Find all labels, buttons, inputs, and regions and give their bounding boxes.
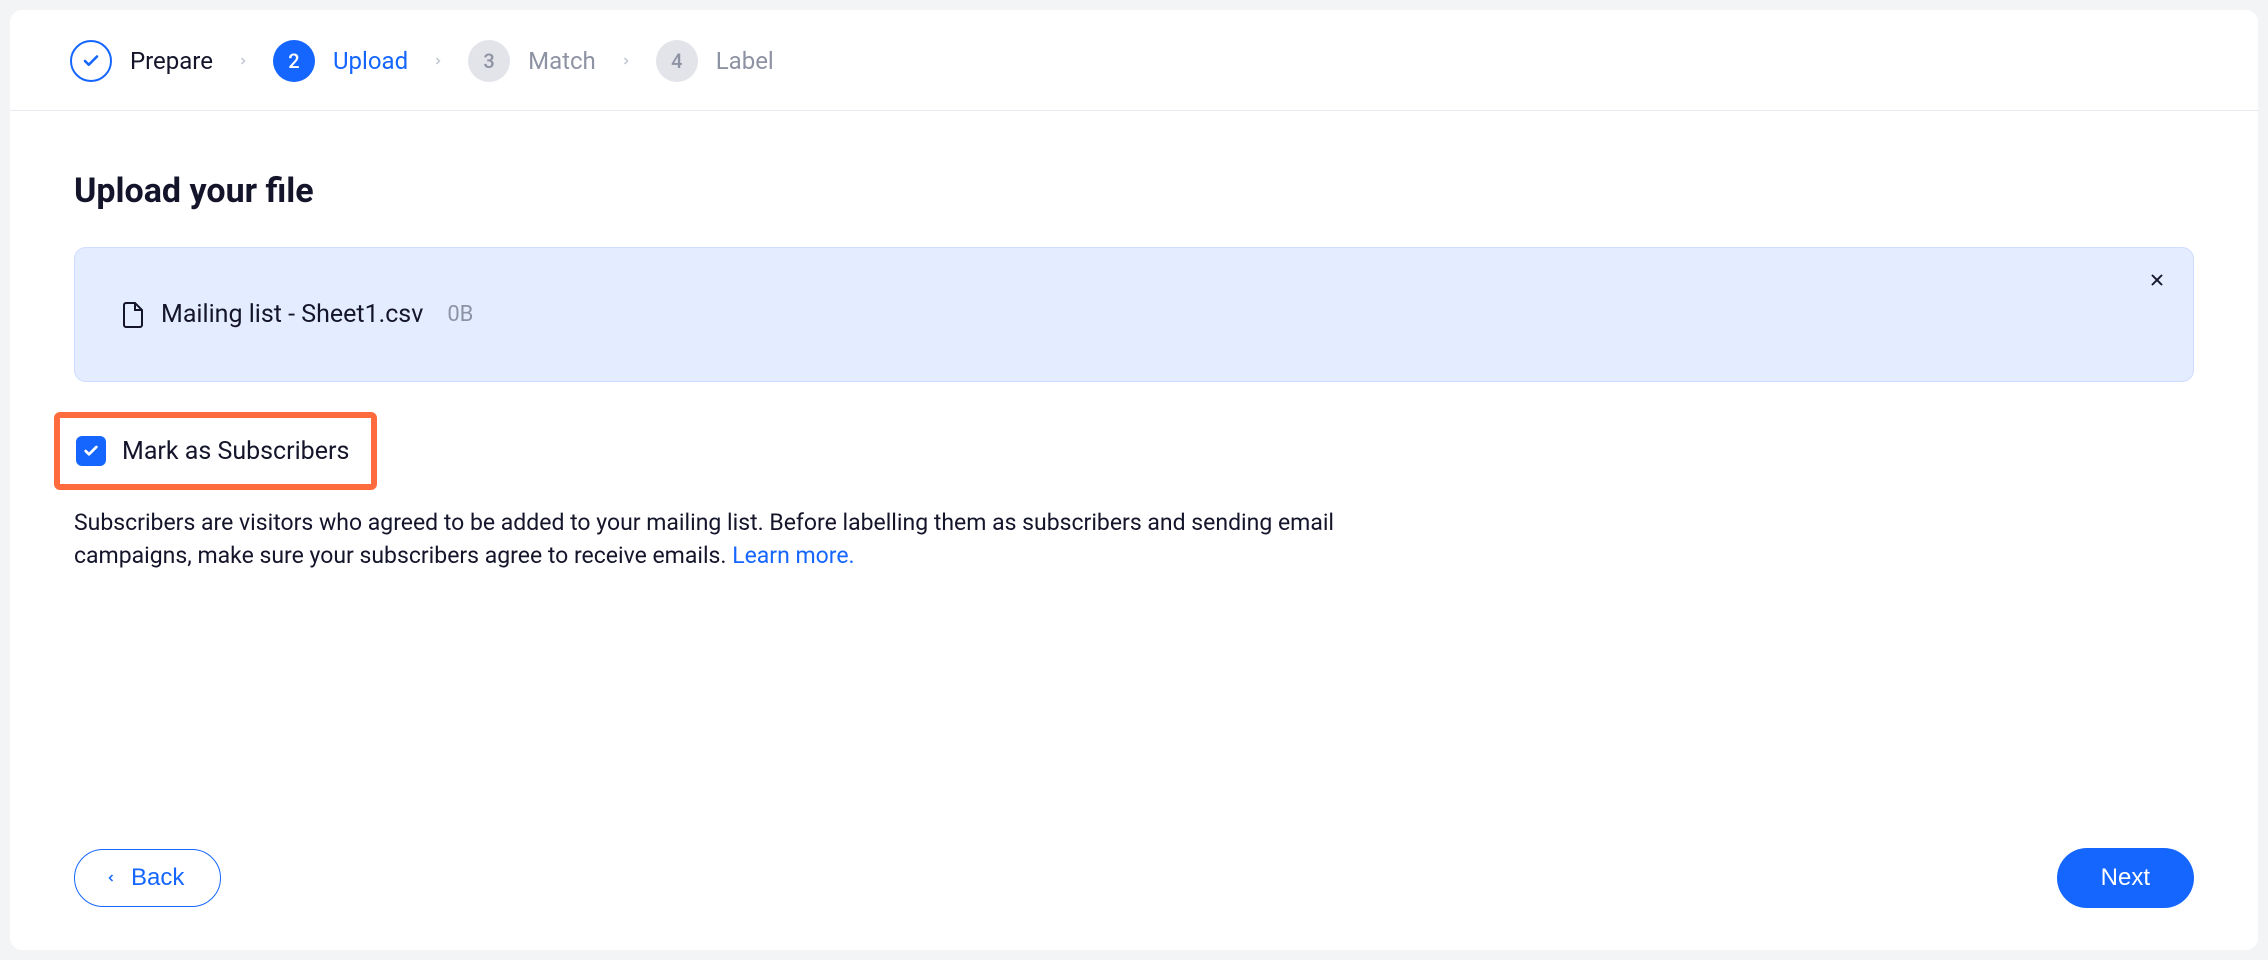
stepper: Prepare 2 Upload 3 Match 4 Label [10,10,2258,111]
subscribers-description: Subscribers are visitors who agreed to b… [74,506,1334,573]
step-label: Upload [333,47,408,75]
mark-subscribers-checkbox[interactable] [76,436,106,466]
mark-subscribers-label: Mark as Subscribers [122,437,349,466]
description-text: Subscribers are visitors who agreed to b… [74,509,1334,569]
mark-subscribers-highlight: Mark as Subscribers [54,412,377,490]
footer-actions: Back Next [74,848,2194,908]
step-circle-future: 4 [656,40,698,82]
content-area: Upload your file Mailing list - Sheet1.c… [10,111,2258,573]
step-circle-done [70,40,112,82]
learn-more-link[interactable]: Learn more. [732,542,854,569]
step-match: 3 Match [468,40,596,82]
check-icon [83,443,99,459]
file-name: Mailing list - Sheet1.csv [161,300,423,329]
remove-file-button[interactable] [2143,266,2171,294]
chevron-right-icon [620,52,632,71]
file-icon [121,301,145,329]
step-upload[interactable]: 2 Upload [273,40,408,82]
chevron-left-icon [105,871,117,885]
step-prepare[interactable]: Prepare [70,40,213,82]
step-label: Label [716,47,774,75]
back-button-label: Back [131,864,184,892]
page-title: Upload your file [74,171,2194,211]
step-circle-future: 3 [468,40,510,82]
back-button[interactable]: Back [74,849,221,907]
next-button[interactable]: Next [2057,848,2194,908]
step-label: Prepare [130,47,213,75]
check-icon [82,52,100,70]
upload-card: Prepare 2 Upload 3 Match 4 Label Upload … [10,10,2258,950]
file-size: 0B [447,302,473,327]
close-icon [2148,271,2166,289]
chevron-right-icon [432,52,444,71]
step-label: 4 Label [656,40,774,82]
uploaded-file-box: Mailing list - Sheet1.csv 0B [74,247,2194,382]
step-circle-active: 2 [273,40,315,82]
step-label: Match [528,47,596,75]
chevron-right-icon [237,52,249,71]
